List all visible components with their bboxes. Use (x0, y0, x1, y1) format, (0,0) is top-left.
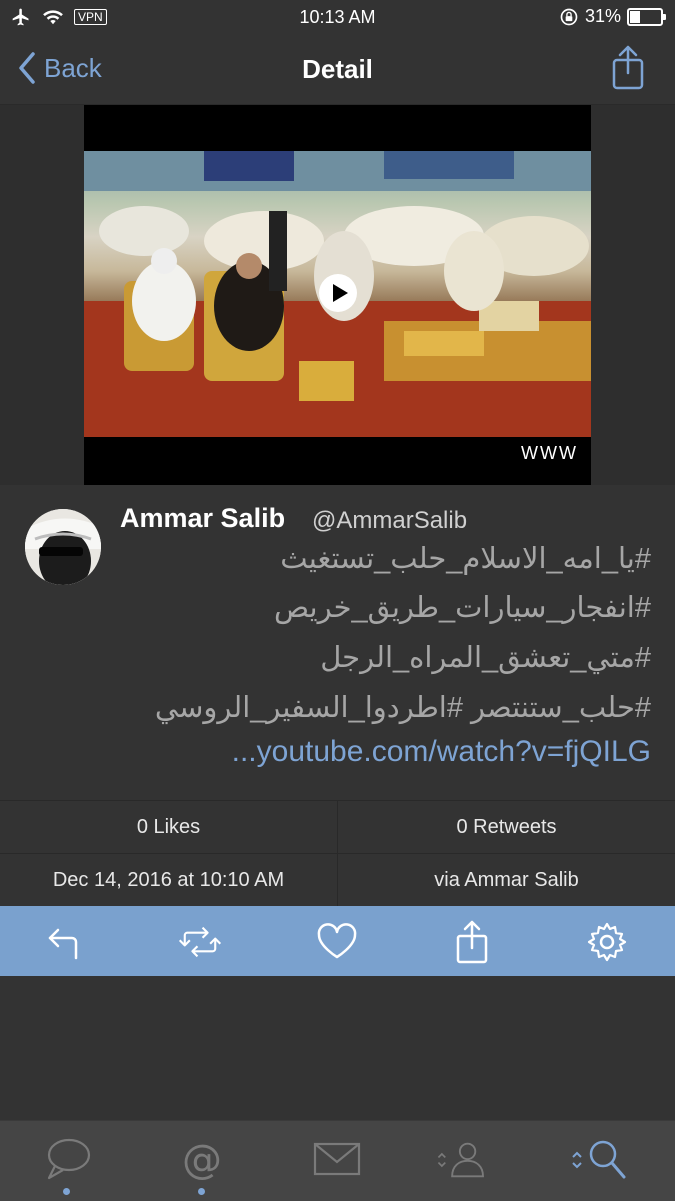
video-thumbnail (84, 151, 591, 437)
action-bar (0, 906, 675, 976)
tab-indicator-dot (63, 1188, 70, 1195)
avatar[interactable] (25, 509, 101, 585)
tab-bar: @ (0, 1120, 675, 1201)
status-bar: VPN 10:13 AM 31% (0, 0, 675, 36)
tweet-link[interactable]: ...youtube.com/watch?v=fjQILG (232, 735, 651, 769)
share-icon[interactable] (450, 920, 494, 964)
profile-icon[interactable] (435, 1135, 495, 1185)
video-player[interactable]: WWW (84, 105, 591, 485)
tweet-text-line: #يا_امه_الاسلام_حلب_تستغيث (280, 543, 651, 575)
user-handle[interactable]: @AmmarSalib (312, 507, 467, 535)
nav-bar: Back Detail (0, 36, 675, 105)
tweet-stats: 0 Likes 0 Retweets Dec 14, 2016 at 10:10… (0, 800, 675, 906)
page-title: Detail (302, 54, 373, 84)
at-sign-icon[interactable]: @ (172, 1135, 232, 1185)
envelope-icon[interactable] (307, 1135, 367, 1185)
retweets-count[interactable]: 0 Retweets (337, 800, 675, 853)
avatar-image (25, 509, 101, 585)
rotation-lock-icon (560, 8, 578, 25)
tweet-body: Ammar Salib @AmmarSalib #يا_امه_الاسلام_… (0, 485, 675, 800)
tweet-date: Dec 14, 2016 at 10:10 AM (0, 853, 337, 906)
share-icon[interactable] (611, 44, 645, 92)
tweet-text-line: #متي_تعشق_المراه_الرجل (320, 642, 651, 674)
heart-icon[interactable] (315, 920, 359, 964)
tweet-text-line: #انفجار_سيارات_طريق_خريص (274, 592, 651, 624)
play-button[interactable] (319, 274, 357, 312)
speech-bubble-icon[interactable] (38, 1135, 98, 1185)
gear-icon[interactable] (585, 920, 629, 964)
battery-percent: 31% (584, 6, 621, 26)
media-area: WWW (0, 105, 675, 485)
battery-fill (630, 10, 640, 23)
search-icon[interactable] (570, 1135, 630, 1185)
retweet-icon[interactable] (178, 920, 222, 964)
tweet-text-line: #حلب_ستنتصر #اطردوا_السفير_الروسي (154, 692, 651, 724)
svg-text:@: @ (182, 1137, 222, 1183)
tweet-source[interactable]: via Ammar Salib (337, 853, 675, 906)
likes-count[interactable]: 0 Likes (0, 800, 337, 853)
link-badge: WWW (515, 440, 584, 467)
tab-indicator-dot (198, 1188, 205, 1195)
battery-icon (627, 7, 666, 26)
status-right: 31% (559, 6, 666, 27)
user-name[interactable]: Ammar Salib (120, 503, 285, 534)
reply-icon[interactable] (44, 920, 88, 964)
